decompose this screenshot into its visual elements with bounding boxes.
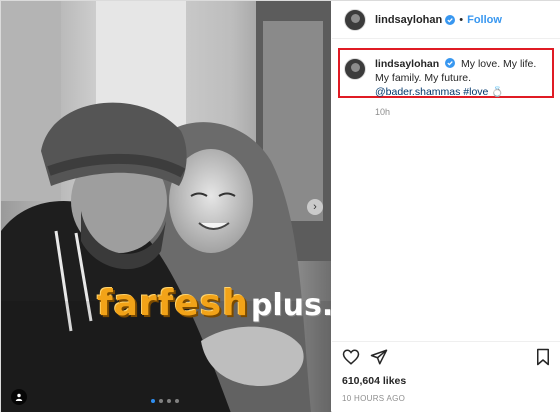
carousel-dot	[167, 399, 171, 403]
watermark: farfeshplus.com	[97, 283, 331, 324]
caption: lindsaylohan My love. My life. My family…	[344, 57, 549, 100]
ring-emoji: 💍	[491, 87, 504, 98]
bookmark-icon[interactable]	[534, 348, 552, 366]
verified-icon	[445, 14, 456, 25]
heart-icon[interactable]	[342, 348, 360, 366]
verified-icon	[445, 58, 456, 68]
follow-button[interactable]: Follow	[467, 14, 502, 26]
caption-timestamp: 10h	[375, 107, 391, 117]
photo-scene	[1, 1, 331, 412]
mention-link[interactable]: @bader.shammas	[375, 86, 460, 98]
carousel-dot	[175, 399, 179, 403]
post-photo[interactable]: farfeshplus.com ›	[1, 1, 331, 412]
caption-text: lindsaylohan My love. My life. My family…	[375, 57, 549, 100]
tag-user-icon[interactable]	[11, 389, 27, 405]
next-arrow-icon[interactable]: ›	[307, 199, 323, 215]
action-bar	[332, 341, 560, 369]
instagram-post: farfeshplus.com › lindsaylohan • Follow …	[0, 0, 560, 412]
post-header: lindsaylohan • Follow	[332, 1, 560, 39]
carousel-dot	[159, 399, 163, 403]
carousel-dots	[151, 399, 179, 403]
avatar[interactable]	[344, 8, 366, 31]
posted-time[interactable]: 10 HOURS AGO	[342, 394, 405, 403]
likes-count[interactable]: 610,604 likes	[342, 375, 406, 387]
header-separator: •	[459, 13, 464, 26]
carousel-dot	[151, 399, 155, 403]
post-sidebar: lindsaylohan • Follow lindsaylohan My lo…	[332, 1, 560, 412]
watermark-sub: plus.com	[250, 288, 331, 323]
hashtag-link[interactable]: #love	[463, 86, 488, 98]
caption-username[interactable]: lindsaylohan	[375, 58, 439, 70]
caption-avatar[interactable]	[344, 58, 366, 80]
share-icon[interactable]	[370, 348, 388, 366]
watermark-main: farfesh	[97, 283, 249, 324]
author-username[interactable]: lindsaylohan	[375, 14, 442, 26]
